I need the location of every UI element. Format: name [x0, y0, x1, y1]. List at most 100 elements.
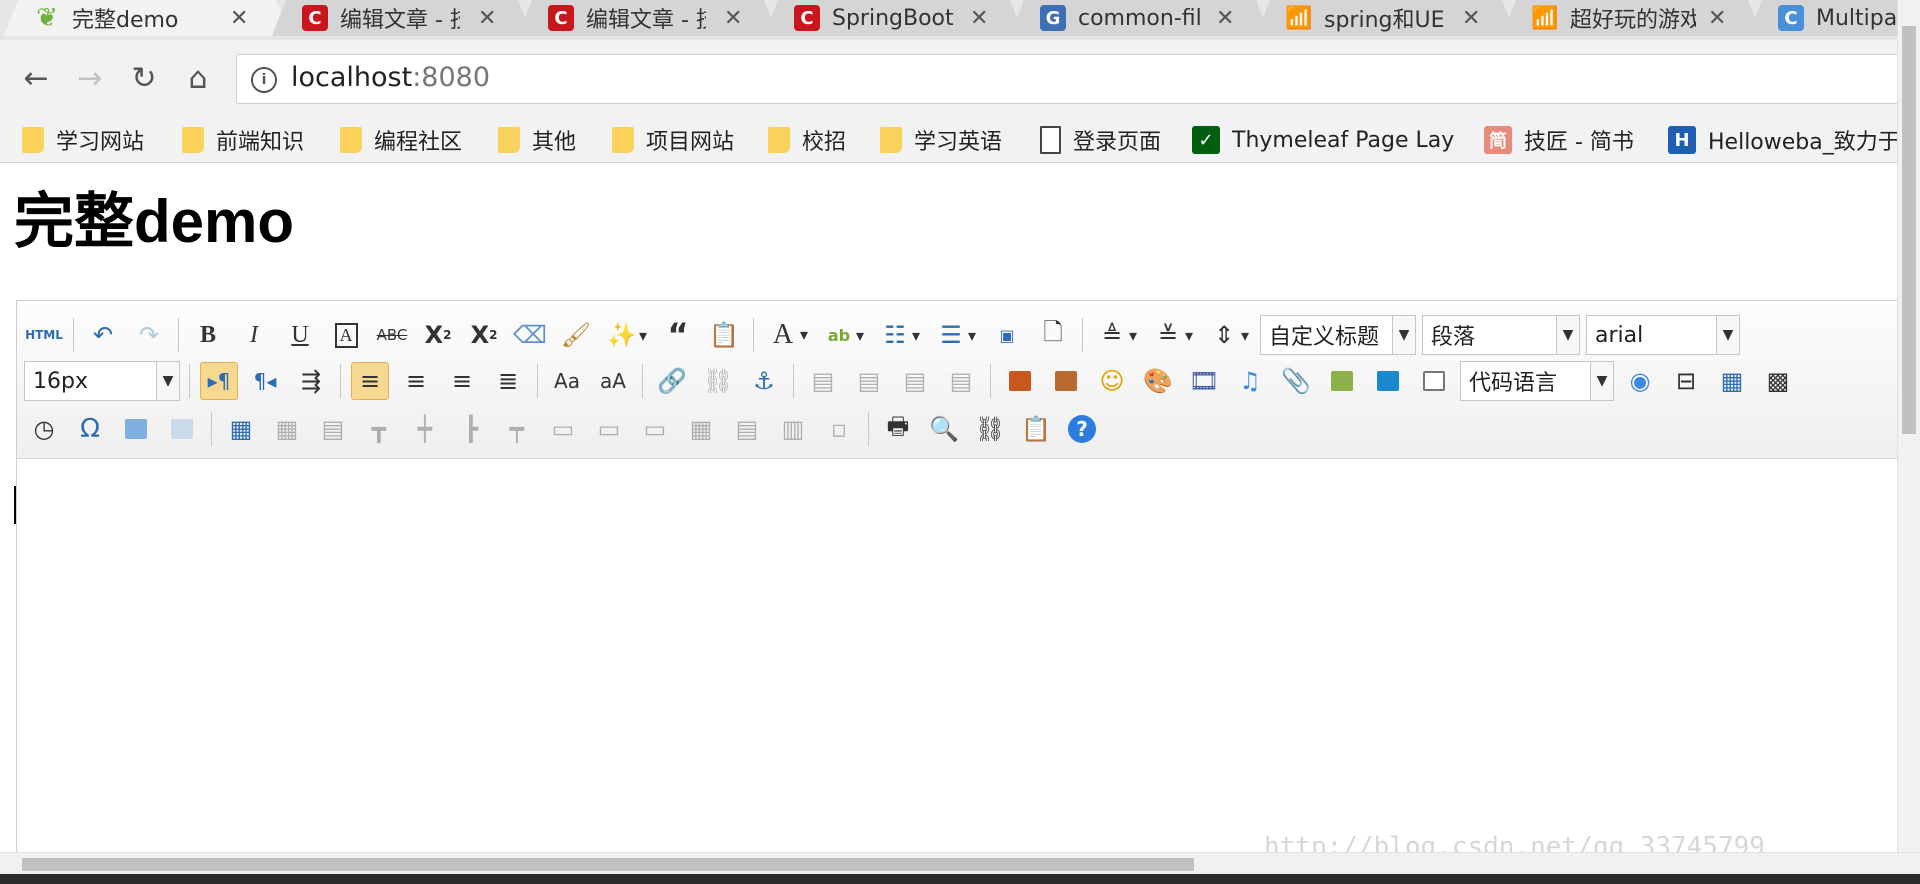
anchor-icon[interactable]: ⚓	[745, 362, 783, 400]
tab-springboot[interactable]: C SpringBoot ✕	[764, 0, 1024, 36]
align-left-icon[interactable]: ≡	[351, 362, 389, 400]
align-justify-icon[interactable]: ≣	[489, 362, 527, 400]
blockquote-icon[interactable]: “	[659, 316, 697, 354]
clear-doc-icon[interactable]: 🗋	[1034, 316, 1072, 354]
bookmark-english[interactable]: 学习英语	[880, 122, 1002, 158]
preview-icon[interactable]: 🔍	[925, 410, 963, 448]
superscript-icon[interactable]: X2	[419, 316, 457, 354]
vertical-scrollbar[interactable]	[1897, 0, 1920, 862]
split-to-cells-icon[interactable]: ▦	[682, 410, 720, 448]
link-icon[interactable]: 🔗	[653, 362, 691, 400]
paragraph-select[interactable]: 段落 ▼	[1422, 315, 1580, 355]
merge-cells-icon[interactable]: ▭	[544, 410, 582, 448]
editor-content-area[interactable]	[17, 458, 1920, 859]
bookmark-jianshu[interactable]: 简技匠 - 简书	[1484, 122, 1634, 158]
simple-upload-icon[interactable]	[1001, 362, 1039, 400]
help-icon[interactable]: ?	[1063, 410, 1101, 448]
tab-edit-article-1[interactable]: C 编辑文章 - 技 ✕	[272, 0, 532, 36]
delete-table-icon[interactable]: ▦	[268, 410, 306, 448]
tab-spring-ueditor[interactable]: 📶 spring和UE ✕	[1256, 0, 1516, 36]
close-tab-icon[interactable]: ✕	[724, 6, 742, 31]
map-icon[interactable]	[1323, 362, 1361, 400]
font-color-icon[interactable]: A	[764, 316, 808, 354]
emotion-icon[interactable]: ☺	[1093, 362, 1131, 400]
row-spacing-top-icon[interactable]: ≜	[1093, 316, 1137, 354]
bookmark-helloweba[interactable]: H Helloweba_致力于	[1668, 122, 1900, 158]
bookmark-login-page[interactable]: 登录页面	[1040, 122, 1161, 158]
print-icon[interactable]: 🖶	[879, 410, 917, 448]
back-arrow-icon[interactable]: ←	[14, 56, 58, 100]
background-color-icon[interactable]: ab	[820, 316, 864, 354]
address-bar[interactable]: i localhost:8080	[236, 54, 1920, 104]
word-image-icon[interactable]	[117, 410, 155, 448]
font-border-icon[interactable]: A	[327, 316, 365, 354]
home-icon[interactable]: ⌂	[176, 56, 220, 100]
bookmark-community[interactable]: 编程社区	[340, 122, 462, 158]
bookmark-thymeleaf[interactable]: ✓ Thymeleaf Page Lay	[1192, 122, 1454, 158]
snapscreen-icon[interactable]	[163, 410, 201, 448]
drafts-icon[interactable]: 📋	[1017, 410, 1055, 448]
merge-right-icon[interactable]: ▭	[590, 410, 628, 448]
search-replace-icon[interactable]: ⛓	[971, 410, 1009, 448]
image-float-left-icon[interactable]: ▤	[804, 362, 842, 400]
insert-col-icon[interactable]: ┣	[452, 410, 490, 448]
merge-down-icon[interactable]: ▭	[636, 410, 674, 448]
insert-table-icon[interactable]: ▦	[222, 410, 260, 448]
google-map-icon[interactable]	[1369, 362, 1407, 400]
align-right-icon[interactable]: ≡	[443, 362, 481, 400]
tab-full-demo[interactable]: ❦ 完整demo ✕	[4, 0, 290, 36]
ordered-list-icon[interactable]: ☷	[876, 316, 920, 354]
insert-video-icon[interactable]: 🎞	[1185, 362, 1223, 400]
delete-row-icon[interactable]: ┿	[406, 410, 444, 448]
attachment-icon[interactable]: 📎	[1277, 362, 1315, 400]
tab-fun-game[interactable]: 📶 超好玩的游戏 ✕	[1502, 0, 1762, 36]
bookmark-frontend[interactable]: 前端知识	[182, 122, 304, 158]
reload-icon[interactable]: ↻	[122, 56, 166, 100]
scrawl-icon[interactable]: 🎨	[1139, 362, 1177, 400]
redo-icon[interactable]: ↷	[130, 316, 168, 354]
time-icon[interactable]: ◷	[25, 410, 63, 448]
image-float-none-icon[interactable]: ▤	[850, 362, 888, 400]
scrollbar-thumb[interactable]	[22, 858, 1194, 871]
insert-row-icon[interactable]: ┳	[360, 410, 398, 448]
bookmark-study-sites[interactable]: 学习网站	[22, 122, 144, 158]
code-language-select[interactable]: 代码语言 ▼	[1460, 361, 1614, 401]
split-to-rows-icon[interactable]: ▤	[728, 410, 766, 448]
font-family-select[interactable]: arial ▼	[1586, 315, 1740, 355]
tab-edit-article-2[interactable]: C 编辑文章 - 技 ✕	[518, 0, 778, 36]
scrollbar-thumb[interactable]	[1902, 26, 1916, 434]
split-to-cols-icon[interactable]: ▥	[774, 410, 812, 448]
site-info-icon[interactable]: i	[251, 67, 277, 93]
close-tab-icon[interactable]: ✕	[230, 6, 248, 31]
close-tab-icon[interactable]: ✕	[478, 6, 496, 31]
unlink-icon[interactable]: ⛓	[699, 362, 737, 400]
close-tab-icon[interactable]: ✕	[1216, 6, 1234, 31]
delete-col-icon[interactable]: ┯	[498, 410, 536, 448]
horizontal-scrollbar[interactable]	[0, 852, 1920, 875]
chart-icon[interactable]: ▫	[820, 410, 858, 448]
bold-icon[interactable]: B	[189, 316, 227, 354]
forward-arrow-icon[interactable]: →	[68, 56, 112, 100]
subscript-icon[interactable]: X2	[465, 316, 503, 354]
close-tab-icon[interactable]: ✕	[1708, 6, 1726, 31]
insert-paragraph-before-table-icon[interactable]: ▤	[314, 410, 352, 448]
font-size-select[interactable]: 16px ▼	[24, 361, 180, 401]
bookmark-other[interactable]: 其他	[498, 122, 576, 158]
special-chars-icon[interactable]: Ω	[71, 410, 109, 448]
music-icon[interactable]: ♫	[1231, 362, 1269, 400]
bookmark-projects[interactable]: 项目网站	[612, 122, 734, 158]
undo-icon[interactable]: ↶	[84, 316, 122, 354]
strikethrough-icon[interactable]: ABC	[373, 316, 411, 354]
select-all-icon[interactable]: ▣	[988, 316, 1026, 354]
row-spacing-bottom-icon[interactable]: ≚	[1149, 316, 1193, 354]
line-height-icon[interactable]: ⇕	[1205, 316, 1249, 354]
paste-plain-icon[interactable]: 📋	[705, 316, 743, 354]
unordered-list-icon[interactable]: ☰	[932, 316, 976, 354]
custom-heading-select[interactable]: 自定义标题 ▼	[1260, 315, 1416, 355]
insert-frame-icon[interactable]	[1415, 362, 1453, 400]
template-icon[interactable]: ▦	[1713, 362, 1751, 400]
direction-ltr-icon[interactable]: ▸¶	[200, 362, 238, 400]
tab-common-fileupload[interactable]: G common-fil ✕	[1010, 0, 1270, 36]
web-app-icon[interactable]: ◉	[1621, 362, 1659, 400]
background-icon[interactable]: ▩	[1759, 362, 1797, 400]
